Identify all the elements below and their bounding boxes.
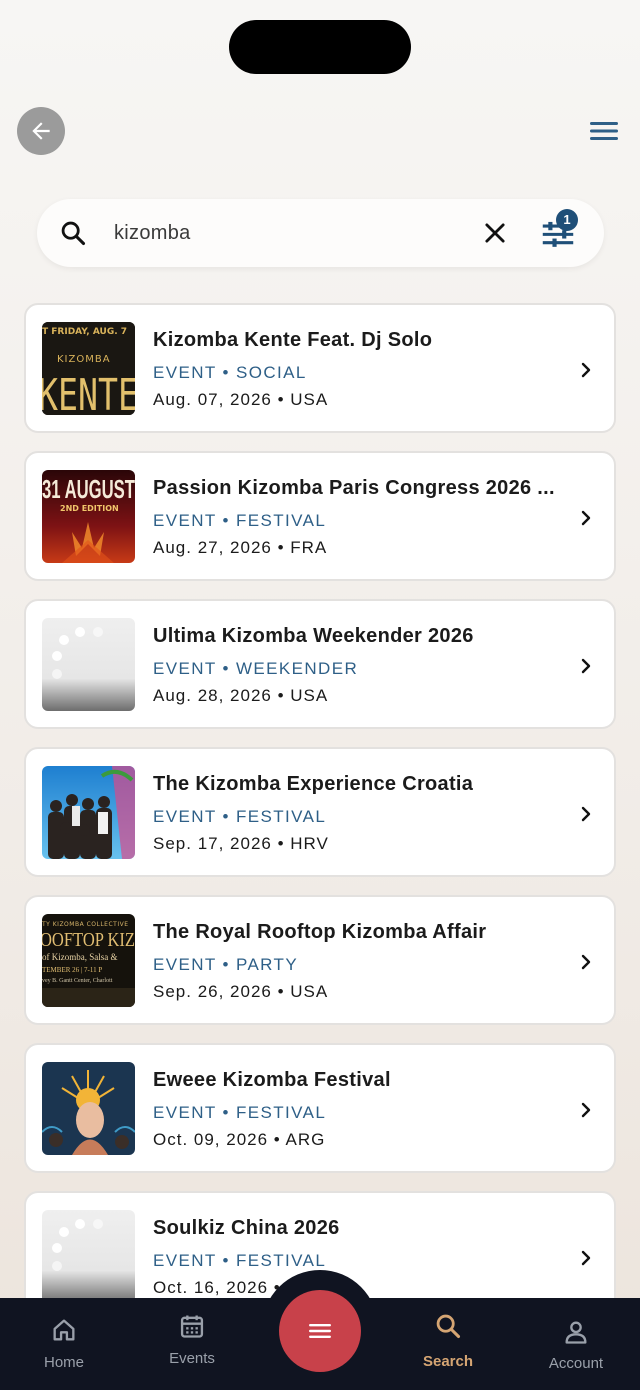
event-thumbnail [42, 766, 135, 859]
chevron-right-icon [581, 1102, 591, 1118]
tab-events[interactable]: Events [142, 1298, 242, 1390]
event-card[interactable]: The Kizomba Experience Croatia EVENT • F… [24, 747, 616, 877]
account-person-icon [565, 1321, 587, 1344]
event-card[interactable]: 31 AUGUST 2ND EDITION Passion Kizomba Pa… [24, 451, 616, 581]
event-title: The Royal Rooftop Kizomba Affair [153, 921, 487, 943]
svg-text:of Kizomba, Salsa &: of Kizomba, Salsa & [42, 952, 118, 962]
back-button[interactable] [17, 107, 65, 155]
event-date-country: Sep. 26, 2026 • USA [153, 982, 329, 1001]
event-title: Passion Kizomba Paris Congress 2026 ... [153, 477, 555, 499]
chevron-right-icon [581, 806, 591, 822]
event-card[interactable]: Eweee Kizomba Festival EVENT • FESTIVAL … [24, 1043, 616, 1173]
svg-text:TEMBER 26 | 7-11 P: TEMBER 26 | 7-11 P [42, 966, 102, 974]
search-icon [436, 1314, 461, 1339]
tab-account[interactable]: Account [526, 1298, 626, 1390]
svg-text:2ND EDITION: 2ND EDITION [60, 504, 119, 513]
event-title: The Kizomba Experience Croatia [153, 773, 474, 795]
chevron-right-icon [581, 362, 591, 378]
event-poster-image: 31 AUGUST 2ND EDITION [42, 470, 135, 563]
event-poster-image: TY KIZOMBA COLLECTIVE OOFTOP KIZ of Kizo… [42, 914, 135, 1007]
menu-icon [590, 122, 618, 140]
event-category: EVENT • FESTIVAL [153, 1103, 327, 1122]
arrow-left-icon [32, 122, 50, 140]
event-date-country: Oct. 09, 2026 • ARG [153, 1130, 326, 1149]
event-category: EVENT • FESTIVAL [153, 511, 327, 530]
svg-text:TY KIZOMBA COLLECTIVE: TY KIZOMBA COLLECTIVE [42, 921, 129, 928]
menu-icon [309, 1324, 331, 1338]
calendar-icon [180, 1315, 204, 1338]
event-thumbnail [42, 1210, 135, 1303]
hamburger-menu-button[interactable] [586, 118, 622, 144]
event-date-country: Aug. 07, 2026 • USA [153, 390, 329, 409]
tab-home[interactable]: Home [14, 1298, 114, 1390]
loading-placeholder-image [42, 618, 135, 711]
event-date-country: Aug. 28, 2026 • USA [153, 686, 329, 705]
event-category: EVENT • WEEKENDER [153, 659, 359, 678]
svg-text:T FRIDAY, AUG. 7: T FRIDAY, AUG. 7 [42, 327, 127, 337]
svg-text:31 AUGUST: 31 AUGUST [42, 474, 135, 504]
tab-search-label: Search [422, 1353, 474, 1370]
event-card[interactable]: Ultima Kizomba Weekender 2026 EVENT • WE… [24, 599, 616, 729]
event-category: EVENT • PARTY [153, 955, 299, 974]
clear-search-icon[interactable] [481, 219, 509, 247]
event-thumbnail [42, 1062, 135, 1155]
chevron-right-icon [581, 954, 591, 970]
event-title: Soulkiz China 2026 [153, 1217, 340, 1239]
tab-events-label: Events [169, 1350, 215, 1367]
svg-text:KIZOMBA: KIZOMBA [57, 354, 111, 365]
search-input[interactable]: kizomba [114, 219, 191, 247]
chevron-right-icon [581, 658, 591, 674]
event-category: EVENT • FESTIVAL [153, 807, 327, 826]
event-title: Ultima Kizomba Weekender 2026 [153, 625, 474, 647]
event-thumbnail: T FRIDAY, AUG. 7 KIZOMBA KENTE [42, 322, 135, 415]
svg-text:vey B. Gantt Center, Charlott: vey B. Gantt Center, Charlott [42, 978, 113, 984]
event-date-country: Sep. 17, 2026 • HRV [153, 834, 329, 853]
tab-home-label: Home [43, 1354, 84, 1371]
dynamic-island [229, 20, 411, 74]
chevron-right-icon [581, 510, 591, 526]
svg-text:KENTE: KENTE [42, 370, 135, 415]
event-category: EVENT • SOCIAL [153, 363, 307, 382]
center-menu-fab-button[interactable] [279, 1290, 361, 1372]
search-icon [61, 221, 86, 246]
event-card[interactable]: T FRIDAY, AUG. 7 KIZOMBA KENTE Kizomba K… [24, 303, 616, 433]
home-icon [53, 1319, 75, 1341]
event-group-photo [42, 766, 135, 859]
search-bar: kizomba [37, 199, 604, 267]
event-poster-image: T FRIDAY, AUG. 7 KIZOMBA KENTE [42, 322, 135, 415]
event-title: Kizomba Kente Feat. Dj Solo [153, 329, 433, 351]
tab-account-label: Account [548, 1355, 604, 1372]
event-thumbnail: 31 AUGUST 2ND EDITION [42, 470, 135, 563]
loading-placeholder-image [42, 1210, 135, 1303]
chevron-right-icon [581, 1250, 591, 1266]
event-thumbnail: TY KIZOMBA COLLECTIVE OOFTOP KIZ of Kizo… [42, 914, 135, 1007]
event-date-country: Aug. 27, 2026 • FRA [153, 538, 328, 557]
event-thumbnail [42, 618, 135, 711]
svg-text:OOFTOP KIZ: OOFTOP KIZ [42, 929, 135, 951]
event-festival-poster [42, 1062, 135, 1155]
tab-search[interactable]: Search [398, 1298, 498, 1390]
event-title: Eweee Kizomba Festival [153, 1069, 391, 1091]
event-card[interactable]: TY KIZOMBA COLLECTIVE OOFTOP KIZ of Kizo… [24, 895, 616, 1025]
event-category: EVENT • FESTIVAL [153, 1251, 327, 1270]
filter-count-badge: 1 [556, 209, 578, 231]
